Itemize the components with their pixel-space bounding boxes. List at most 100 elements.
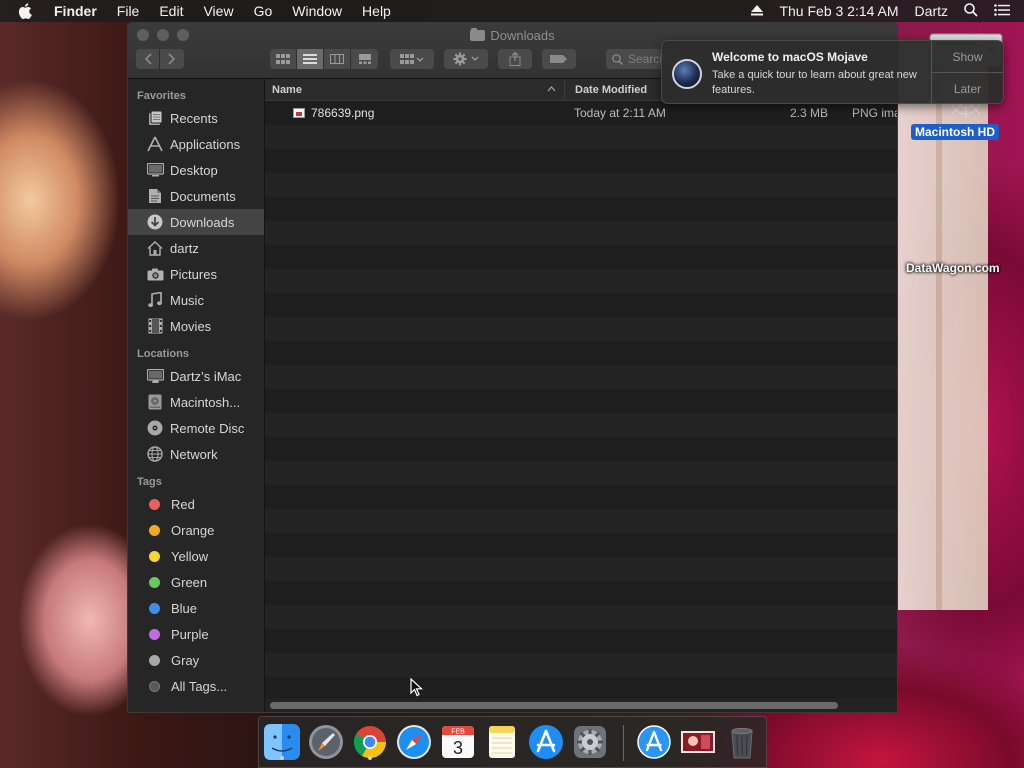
column-header-name[interactable]: Name (265, 79, 565, 100)
notification-show-button[interactable]: Show (932, 41, 1003, 73)
sidebar-tag-purple[interactable]: Purple (128, 621, 264, 647)
sidebar-item-desktop[interactable]: Desktop (128, 157, 264, 183)
notification-center-icon[interactable] (994, 3, 1010, 19)
action-dropdown[interactable] (444, 49, 488, 69)
hard-disk-icon (146, 393, 164, 411)
sidebar-item-network[interactable]: Network (128, 441, 264, 467)
sidebar-item-remote-disc[interactable]: Remote Disc (128, 415, 264, 441)
share-icon[interactable] (498, 49, 532, 69)
sidebar-item-label: Gray (171, 652, 200, 668)
file-row[interactable]: 786639.png Today at 2:11 AM 2.3 MB PNG i… (265, 101, 897, 125)
tag-icon[interactable] (542, 49, 576, 69)
folder-icon (470, 28, 486, 41)
menubar-clock[interactable]: Thu Feb 3 2:14 AM (779, 3, 898, 19)
dock-trash[interactable] (723, 723, 761, 761)
sidebar-item-imac[interactable]: Dartz’s iMac (128, 363, 264, 389)
sidebar-item-applications[interactable]: Applications (128, 131, 264, 157)
gear-icon[interactable] (444, 49, 488, 69)
yellow-tag-dot-icon (149, 550, 160, 562)
network-icon (146, 445, 164, 463)
menubar-user[interactable]: Dartz (915, 3, 948, 19)
sidebar-tag-gray[interactable]: Gray (128, 647, 264, 673)
dock-calendar[interactable]: FEB 3 (439, 723, 477, 761)
scrollbar-thumb[interactable] (270, 702, 838, 709)
dock-notes[interactable] (483, 723, 521, 761)
group-by-icon[interactable] (390, 49, 434, 69)
menu-view[interactable]: View (203, 3, 233, 19)
sidebar-item-pictures[interactable]: Pictures (128, 261, 264, 287)
running-indicator (280, 756, 284, 760)
gallery-view-icon[interactable] (351, 49, 378, 69)
menu-help[interactable]: Help (362, 3, 391, 19)
sidebar-item-label: Orange (171, 522, 215, 538)
eject-icon[interactable] (751, 3, 764, 19)
sidebar-item-label: Documents (170, 188, 236, 204)
sidebar-tag-red[interactable]: Red (128, 491, 264, 517)
dock-chrome[interactable] (351, 723, 389, 761)
dock: FEB 3 (258, 716, 767, 768)
sidebar-item-macintosh-hd[interactable]: Macintosh... (128, 389, 264, 415)
file-date-modified: Today at 2:11 AM (574, 106, 666, 120)
sidebar-item-recents[interactable]: Recents (128, 105, 264, 131)
macintosh-hd-label[interactable]: Macintosh HD (911, 124, 1000, 140)
sidebar-item-downloads[interactable]: Downloads (128, 209, 264, 235)
column-header-date-modified[interactable]: Date Modified (565, 84, 647, 96)
sidebar-item-home[interactable]: dartz (128, 235, 264, 261)
menu-finder[interactable]: Finder (54, 3, 97, 19)
sidebar-item-movies[interactable]: Movies (128, 313, 264, 339)
sidebar-item-label: Green (171, 574, 208, 590)
sidebar-tag-blue[interactable]: Blue (128, 595, 264, 621)
share-button[interactable] (498, 49, 532, 69)
calendar-icon: FEB 3 (442, 726, 474, 758)
sidebar-tag-orange[interactable]: Orange (128, 517, 264, 543)
locations-heading: Locations (137, 348, 189, 360)
spotlight-search-icon[interactable] (964, 2, 978, 20)
sidebar-item-music[interactable]: Music (128, 287, 264, 313)
sidebar-item-label: All Tags... (171, 678, 228, 694)
dock-system-preferences[interactable] (571, 723, 609, 761)
menu-go[interactable]: Go (254, 3, 273, 19)
menu-window[interactable]: Window (292, 3, 342, 19)
tags-heading: Tags (137, 476, 162, 488)
sidebar-item-label: Music (170, 292, 204, 308)
desktop-icon (146, 161, 164, 179)
apple-menu-icon[interactable] (18, 3, 40, 19)
notification-later-button[interactable]: Later (932, 73, 1003, 103)
system-preferences-icon (574, 726, 606, 758)
sidebar-tag-green[interactable]: Green (128, 569, 264, 595)
group-by-dropdown[interactable] (390, 49, 434, 69)
sidebar-item-label: Movies (170, 318, 212, 334)
list-view-icon[interactable] (297, 49, 324, 69)
back-forward-group (136, 49, 184, 69)
dock-safari[interactable] (395, 723, 433, 761)
dock-separator (623, 725, 624, 761)
back-button[interactable] (136, 49, 160, 69)
sidebar-tag-yellow[interactable]: Yellow (128, 543, 264, 569)
icon-view-icon[interactable] (270, 49, 297, 69)
menu-file[interactable]: File (117, 3, 140, 19)
mouse-cursor-icon (410, 677, 424, 702)
forward-button[interactable] (160, 49, 184, 69)
trash-icon (731, 728, 753, 759)
sidebar-item-label: Yellow (171, 548, 209, 564)
dock-finder[interactable] (263, 723, 301, 761)
horizontal-scrollbar[interactable] (265, 698, 897, 712)
sidebar-item-documents[interactable]: Documents (128, 183, 264, 209)
dock-image-stack[interactable] (679, 723, 717, 761)
dock-launchpad[interactable] (307, 723, 345, 761)
watermark-text: DataWagon.com (906, 261, 1000, 275)
dock-app-store[interactable] (527, 723, 565, 761)
green-tag-dot-icon (149, 576, 160, 588)
dock-app-store-downloads[interactable] (635, 723, 673, 761)
menu-edit[interactable]: Edit (159, 3, 183, 19)
view-mode-group (270, 49, 378, 69)
edit-tags-button[interactable] (542, 49, 576, 69)
file-kind: PNG image (852, 106, 897, 120)
mojave-notification[interactable]: Welcome to macOS Mojave Take a quick tou… (661, 40, 1004, 104)
macos-mojave-icon (672, 59, 702, 89)
file-size: 2.3 MB (790, 106, 829, 120)
menu-bar: Finder File Edit View Go Window Help Thu… (0, 0, 1024, 22)
sidebar-all-tags[interactable]: All Tags... (128, 673, 264, 699)
purple-tag-dot-icon (149, 628, 160, 640)
column-view-icon[interactable] (324, 49, 351, 69)
